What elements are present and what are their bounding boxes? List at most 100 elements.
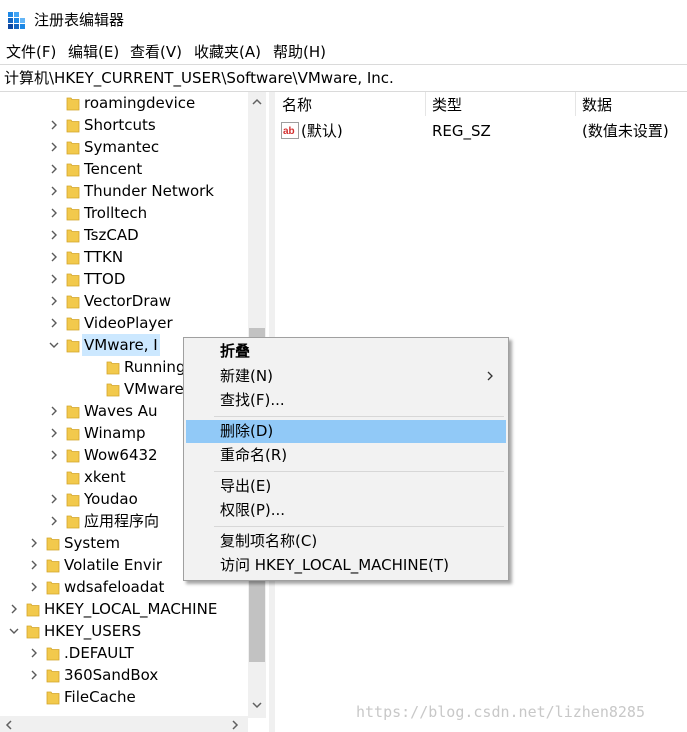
collapsed-chevron-icon[interactable] <box>48 400 60 422</box>
folder-icon <box>66 493 80 507</box>
scroll-left-arrow-icon[interactable] <box>4 720 14 730</box>
collapsed-chevron-icon[interactable] <box>48 202 60 224</box>
svg-text:ab: ab <box>283 126 295 137</box>
value-data: (数值未设置) <box>582 122 669 140</box>
collapsed-chevron-icon[interactable] <box>48 136 60 158</box>
collapsed-chevron-icon[interactable] <box>28 532 40 554</box>
column-header-name[interactable]: 名称 <box>282 94 312 116</box>
tree-node-label: HKEY_LOCAL_MACHINE <box>44 600 218 618</box>
string-value-icon: ab <box>281 122 299 139</box>
menu-separator <box>214 526 504 527</box>
menu-view[interactable]: 查看(V) <box>130 42 182 62</box>
collapsed-chevron-icon[interactable] <box>48 510 60 532</box>
tree-node[interactable]: Shortcuts <box>0 114 248 136</box>
menu-bar: 文件(F) 编辑(E) 查看(V) 收藏夹(A) 帮助(H) <box>0 40 687 64</box>
tree-node[interactable]: FileCache <box>0 686 248 708</box>
tree-node-label: wdsafeloadat <box>64 578 165 596</box>
folder-icon <box>46 537 60 551</box>
tree-node[interactable]: TTOD <box>0 268 248 290</box>
window-title: 注册表编辑器 <box>34 11 125 29</box>
collapsed-chevron-icon[interactable] <box>48 290 60 312</box>
folder-icon <box>66 163 80 177</box>
tree-node-label: Volatile Envir <box>64 556 163 574</box>
menu-help[interactable]: 帮助(H) <box>273 42 326 62</box>
collapsed-chevron-icon[interactable] <box>8 598 20 620</box>
collapsed-chevron-icon[interactable] <box>48 114 60 136</box>
expanded-chevron-icon[interactable] <box>48 334 60 356</box>
menu-item-copy-key-name[interactable]: 复制项名称(C) <box>186 530 506 553</box>
tree-node-label: Waves Au <box>84 402 158 420</box>
menu-separator <box>214 471 504 472</box>
tree-node-label: VectorDraw <box>84 292 171 310</box>
collapsed-chevron-icon[interactable] <box>48 444 60 466</box>
collapsed-chevron-icon[interactable] <box>28 642 40 664</box>
column-header-data[interactable]: 数据 <box>582 94 612 116</box>
tree-node[interactable]: Symantec <box>0 136 248 158</box>
column-header-type[interactable]: 类型 <box>432 94 462 116</box>
collapsed-chevron-icon[interactable] <box>48 246 60 268</box>
menu-item-label: 权限(P)... <box>220 501 286 519</box>
collapsed-chevron-icon[interactable] <box>48 268 60 290</box>
collapsed-chevron-icon[interactable] <box>48 422 60 444</box>
menu-file[interactable]: 文件(F) <box>6 42 56 62</box>
tree-node-label: Running <box>124 358 186 376</box>
tree-node[interactable]: 360SandBox <box>0 664 248 686</box>
menu-item-collapse[interactable]: 折叠 <box>186 340 506 363</box>
address-path[interactable]: 计算机\HKEY_CURRENT_USER\Software\VMware, I… <box>4 68 394 88</box>
tree-node[interactable]: Tencent <box>0 158 248 180</box>
tree-node[interactable]: TszCAD <box>0 224 248 246</box>
tree-node[interactable]: VideoPlayer <box>0 312 248 334</box>
tree-node-label: Shortcuts <box>84 116 156 134</box>
tree-node[interactable]: TTKN <box>0 246 248 268</box>
tree-node-label: VideoPlayer <box>84 314 173 332</box>
scroll-right-arrow-icon[interactable] <box>230 720 240 730</box>
value-row[interactable]: ab (默认) REG_SZ (数值未设置) <box>279 120 683 142</box>
tree-node[interactable]: Thunder Network <box>0 180 248 202</box>
folder-icon <box>66 185 80 199</box>
context-menu: 折叠 新建(N) 查找(F)... 删除(D) 重命名(R) 导出(E) 权限(… <box>183 337 509 581</box>
expanded-chevron-icon[interactable] <box>8 620 20 642</box>
menu-item-permissions[interactable]: 权限(P)... <box>186 499 506 522</box>
menu-item-label: 访问 HKEY_LOCAL_MACHINE(T) <box>220 556 449 574</box>
tree-node[interactable]: Trolltech <box>0 202 248 224</box>
menu-edit[interactable]: 编辑(E) <box>68 42 119 62</box>
folder-icon <box>46 691 60 705</box>
menu-item-new[interactable]: 新建(N) <box>186 365 506 388</box>
menu-favorites[interactable]: 收藏夹(A) <box>194 42 261 62</box>
collapsed-chevron-icon[interactable] <box>48 224 60 246</box>
menu-item-find[interactable]: 查找(F)... <box>186 389 506 412</box>
menu-item-label: 重命名(R) <box>220 446 288 464</box>
menu-item-goto-hklm[interactable]: 访问 HKEY_LOCAL_MACHINE(T) <box>186 554 506 577</box>
folder-icon <box>66 141 80 155</box>
collapsed-chevron-icon[interactable] <box>48 180 60 202</box>
tree-node[interactable]: HKEY_USERS <box>0 620 248 642</box>
watermark: https://blog.csdn.net/lizhen8285 <box>356 703 645 721</box>
folder-icon <box>66 427 80 441</box>
menu-item-delete[interactable]: 删除(D) <box>186 420 506 443</box>
column-divider[interactable] <box>575 92 576 116</box>
address-bar[interactable]: 计算机\HKEY_CURRENT_USER\Software\VMware, I… <box>0 64 687 92</box>
collapsed-chevron-icon[interactable] <box>48 158 60 180</box>
tree-node[interactable]: HKEY_LOCAL_MACHINE <box>0 598 248 620</box>
collapsed-chevron-icon[interactable] <box>48 488 60 510</box>
folder-icon <box>66 207 80 221</box>
folder-icon <box>66 515 80 529</box>
collapsed-chevron-icon[interactable] <box>28 554 40 576</box>
tree-node-label: Wow6432 <box>84 446 158 464</box>
collapsed-chevron-icon[interactable] <box>48 312 60 334</box>
menu-item-label: 删除(D) <box>220 422 274 440</box>
tree-horizontal-scrollbar[interactable] <box>0 716 248 732</box>
tree-node[interactable]: VectorDraw <box>0 290 248 312</box>
collapsed-chevron-icon[interactable] <box>28 664 40 686</box>
menu-item-rename[interactable]: 重命名(R) <box>186 444 506 467</box>
menu-item-export[interactable]: 导出(E) <box>186 475 506 498</box>
collapsed-chevron-icon[interactable] <box>28 576 40 598</box>
tree-node-label: VMware, I <box>82 334 160 356</box>
title-bar: 注册表编辑器 <box>0 0 687 40</box>
folder-icon <box>46 559 60 573</box>
column-divider[interactable] <box>425 92 426 116</box>
scroll-up-arrow-icon[interactable] <box>252 97 262 107</box>
tree-node[interactable]: .DEFAULT <box>0 642 248 664</box>
tree-node[interactable]: roamingdevice <box>0 92 248 114</box>
scroll-down-arrow-icon[interactable] <box>252 700 262 710</box>
